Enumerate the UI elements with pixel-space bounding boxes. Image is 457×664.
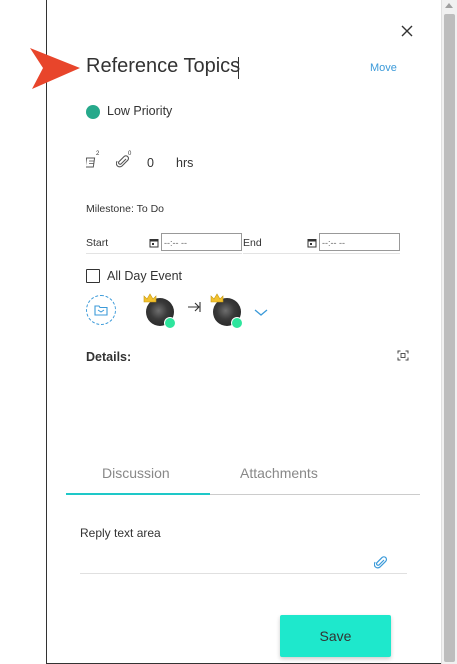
chevron-down-icon[interactable] — [254, 309, 268, 317]
end-time-input[interactable]: --:-- -- — [319, 233, 400, 251]
move-link[interactable]: Move — [370, 62, 397, 74]
start-label: Start — [86, 237, 109, 249]
milestone-label[interactable]: Milestone: To Do — [86, 203, 164, 215]
all-day-label[interactable]: All Day Event — [107, 269, 182, 283]
hours-value[interactable]: 0 — [147, 156, 154, 170]
expand-icon[interactable] — [397, 350, 409, 361]
scroll-up-arrow[interactable] — [445, 3, 453, 8]
task-title[interactable]: Reference Topics — [86, 55, 240, 78]
start-underline — [86, 253, 242, 254]
end-underline — [243, 253, 400, 254]
start-time-input[interactable]: --:-- -- — [161, 233, 242, 251]
folder-button[interactable] — [86, 295, 116, 325]
subtasks-count: 2 — [96, 151, 100, 157]
text-caret — [238, 57, 239, 79]
scrollbar[interactable] — [441, 0, 457, 664]
details-label: Details: — [86, 350, 132, 364]
reply-underline — [80, 573, 407, 574]
close-icon[interactable] — [400, 24, 414, 38]
avatar[interactable] — [143, 293, 176, 329]
reply-text-area[interactable]: Reply text area — [80, 526, 161, 540]
avatar[interactable] — [210, 293, 243, 329]
crown-icon — [210, 293, 224, 303]
pointer-arrow-icon — [30, 48, 80, 89]
end-label: End — [243, 237, 262, 249]
subtasks-icon[interactable] — [86, 155, 102, 169]
paperclip-icon[interactable] — [374, 556, 388, 570]
folder-icon — [94, 305, 108, 316]
active-tab-indicator — [66, 493, 210, 495]
save-button[interactable]: Save — [280, 615, 391, 657]
crown-icon — [143, 293, 157, 303]
calendar-icon[interactable] — [307, 238, 317, 248]
online-status-dot — [164, 317, 176, 329]
hours-unit: hrs — [176, 156, 194, 170]
all-day-checkbox[interactable] — [86, 269, 100, 283]
arrow-right-icon — [188, 302, 201, 312]
tab-attachments[interactable]: Attachments — [240, 465, 318, 481]
online-status-dot — [231, 317, 243, 329]
scroll-thumb[interactable] — [444, 14, 455, 662]
attachments-count: 0 — [128, 151, 132, 157]
paperclip-icon[interactable] — [116, 155, 130, 169]
tab-discussion[interactable]: Discussion — [102, 465, 170, 481]
calendar-icon[interactable] — [149, 238, 159, 248]
priority-label[interactable]: Low Priority — [107, 104, 172, 118]
priority-dot[interactable] — [86, 105, 100, 119]
